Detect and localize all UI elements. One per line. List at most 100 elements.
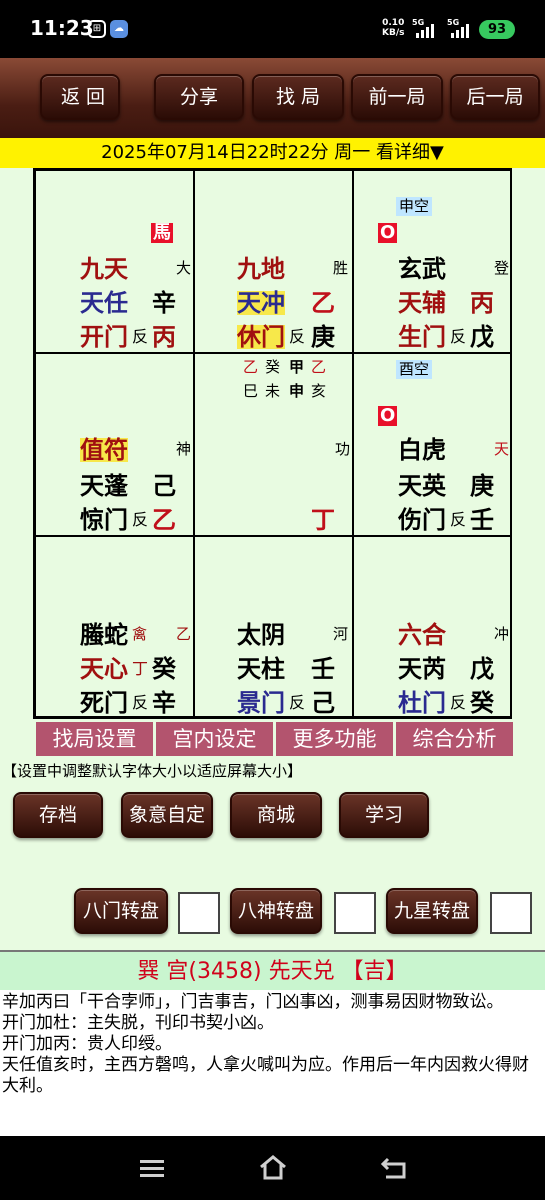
door: 开门 <box>80 323 128 351</box>
star: 天冲 <box>237 289 285 317</box>
god-stem: 乙 <box>176 625 192 643</box>
tab-palace-settings[interactable]: 宫内设定 <box>156 722 273 756</box>
back-nav-icon[interactable] <box>380 1156 408 1180</box>
door-rotate-button[interactable]: 八门转盘 <box>74 888 168 934</box>
star-stem: 乙 <box>311 289 335 317</box>
door: 生门 <box>398 323 446 351</box>
palace-li[interactable]: 九地 胜 天冲 乙 休门 反 庚 <box>194 170 353 353</box>
palace-xun[interactable]: 馬 九天 大 天任 辛 开门 反 丙 <box>35 170 194 353</box>
god-rotate-button[interactable]: 八神转盘 <box>230 888 322 934</box>
custom-meaning-button[interactable]: 象意自定 <box>121 792 213 838</box>
palace-grid: 馬 九天 大 天任 辛 开门 反 丙 九地 胜 天冲 乙 休门 反 庚 申空 O… <box>33 168 512 719</box>
status-bar: 11:23 ⊞ ☁ 0.10 KB/s 5G 5G 93 <box>0 0 545 58</box>
door: 死门 <box>80 689 128 717</box>
battery-icon: 93 <box>479 20 515 39</box>
door: 休门 <box>237 323 285 351</box>
tab-find-settings[interactable]: 找局设置 <box>36 722 153 756</box>
center-branch: 未 <box>265 382 281 400</box>
palace-qian[interactable]: 六合 冲 天芮 戊 杜门 反 癸 <box>353 536 512 717</box>
god: 六合 <box>398 621 446 649</box>
god-side: 神 <box>176 440 192 458</box>
o-mark: O <box>378 222 398 243</box>
door-stem: 丙 <box>152 323 176 351</box>
star: 天任 <box>80 289 128 317</box>
door-stem: 辛 <box>152 689 176 717</box>
learn-button[interactable]: 学习 <box>339 792 429 838</box>
door-rotate-checkbox[interactable] <box>178 892 220 934</box>
star-stem: 庚 <box>470 472 494 500</box>
toolbar: 返 回 分享 找 局 前一局 后一局 <box>0 58 545 138</box>
door-stem: 乙 <box>152 506 176 534</box>
find-button[interactable]: 找 局 <box>252 74 344 120</box>
door-stem: 戊 <box>470 323 494 351</box>
god-side: 胜 <box>333 259 349 277</box>
share-button[interactable]: 分享 <box>154 74 244 120</box>
prev-button[interactable]: 前一局 <box>351 74 443 120</box>
star-rotate-button[interactable]: 九星转盘 <box>386 888 478 934</box>
center-branch: 申 <box>289 382 305 400</box>
cloud-icon: ☁ <box>110 20 128 38</box>
star-small-stem: 丁 <box>132 659 149 678</box>
door-stem: 己 <box>311 689 335 717</box>
signal-icon <box>451 24 469 38</box>
center-branch: 巳 <box>243 382 259 400</box>
palace-kan[interactable]: 太阴 河 天柱 壬 景门 反 己 <box>194 536 353 717</box>
god: 白虎 <box>398 436 446 464</box>
fan-mark: 反 <box>450 510 467 529</box>
god: 玄武 <box>398 255 446 283</box>
center-stem: 甲 <box>289 358 305 376</box>
palace-kun[interactable]: 申空 O 玄武 登 天辅 丙 生门 反 戊 <box>353 170 512 353</box>
center-branch: 亥 <box>311 382 327 400</box>
fan-mark: 反 <box>132 510 149 529</box>
god-side: 天 <box>494 440 510 458</box>
star: 天心 <box>80 655 128 683</box>
center-stem: 乙 <box>243 358 259 376</box>
font-size-hint: 【设置中调整默认字体大小以适应屏幕大小】 <box>2 762 303 780</box>
center-stem: 癸 <box>265 358 281 376</box>
god-side: 冲 <box>494 625 510 643</box>
god: 九天 <box>80 255 128 283</box>
home-icon[interactable] <box>258 1154 288 1180</box>
fan-mark: 反 <box>289 693 306 712</box>
tab-more-functions[interactable]: 更多功能 <box>276 722 393 756</box>
analysis-line: 开门加丙：贵人印绶。 <box>2 1034 172 1054</box>
palace-zhen[interactable]: 值符 神 天蓬 己 惊门 反 乙 <box>35 353 194 536</box>
tab-analysis[interactable]: 综合分析 <box>396 722 513 756</box>
back-button[interactable]: 返 回 <box>40 74 120 120</box>
god: 九地 <box>237 255 285 283</box>
god-side: 禽 <box>132 625 148 643</box>
shop-button[interactable]: 商城 <box>230 792 322 838</box>
star-stem: 癸 <box>152 655 176 683</box>
horse-mark: 馬 <box>151 222 173 243</box>
kong-label: 申空 <box>396 197 433 216</box>
star-stem: 戊 <box>470 655 494 683</box>
god-side: 登 <box>494 259 510 277</box>
star-stem: 丙 <box>470 289 494 317</box>
god: 螣蛇 <box>80 621 128 649</box>
door-stem: 丁 <box>311 506 335 534</box>
door-stem: 壬 <box>470 506 494 534</box>
palace-center[interactable]: 乙 癸 甲 乙 巳 未 申 亥 功 丁 <box>194 353 353 536</box>
analysis-text: 辛加丙曰「干合孛师」，门吉事吉，门凶事凶，测事易因财物致讼。 开门加杜：主失脱，… <box>0 990 545 1099</box>
star: 天蓬 <box>80 472 128 500</box>
star: 天柱 <box>237 655 285 683</box>
o-mark: O <box>378 405 398 426</box>
archive-button[interactable]: 存档 <box>13 792 103 838</box>
god: 值符 <box>80 436 128 464</box>
next-button[interactable]: 后一局 <box>450 74 540 120</box>
date-bar[interactable]: 2025年07月14日22时22分 周一 看详细▼ <box>0 138 545 168</box>
menu-icon[interactable] <box>139 1158 165 1178</box>
star: 天英 <box>398 472 446 500</box>
door-stem: 庚 <box>311 323 335 351</box>
god-rotate-checkbox[interactable] <box>334 892 376 934</box>
analysis-line: 开门加杜：主失脱，刊印书契小凶。 <box>2 1013 274 1033</box>
god: 太阴 <box>237 621 285 649</box>
palace-title: 巽 宫(3458) 先天兑 【吉】 <box>0 950 545 990</box>
star-rotate-checkbox[interactable] <box>490 892 532 934</box>
function-tabs: 找局设置 宫内设定 更多功能 综合分析 <box>36 722 513 756</box>
star-stem: 辛 <box>152 289 176 317</box>
fan-mark: 反 <box>132 693 149 712</box>
palace-gen[interactable]: 螣蛇 禽 乙 天心 丁 癸 死门 反 辛 <box>35 536 194 717</box>
palace-dui[interactable]: 酉空 O 白虎 天 天英 庚 伤门 反 壬 <box>353 353 512 536</box>
analysis-panel[interactable]: 巽 宫(3458) 先天兑 【吉】 辛加丙曰「干合孛师」，门吉事吉，门凶事凶，测… <box>0 950 545 1136</box>
